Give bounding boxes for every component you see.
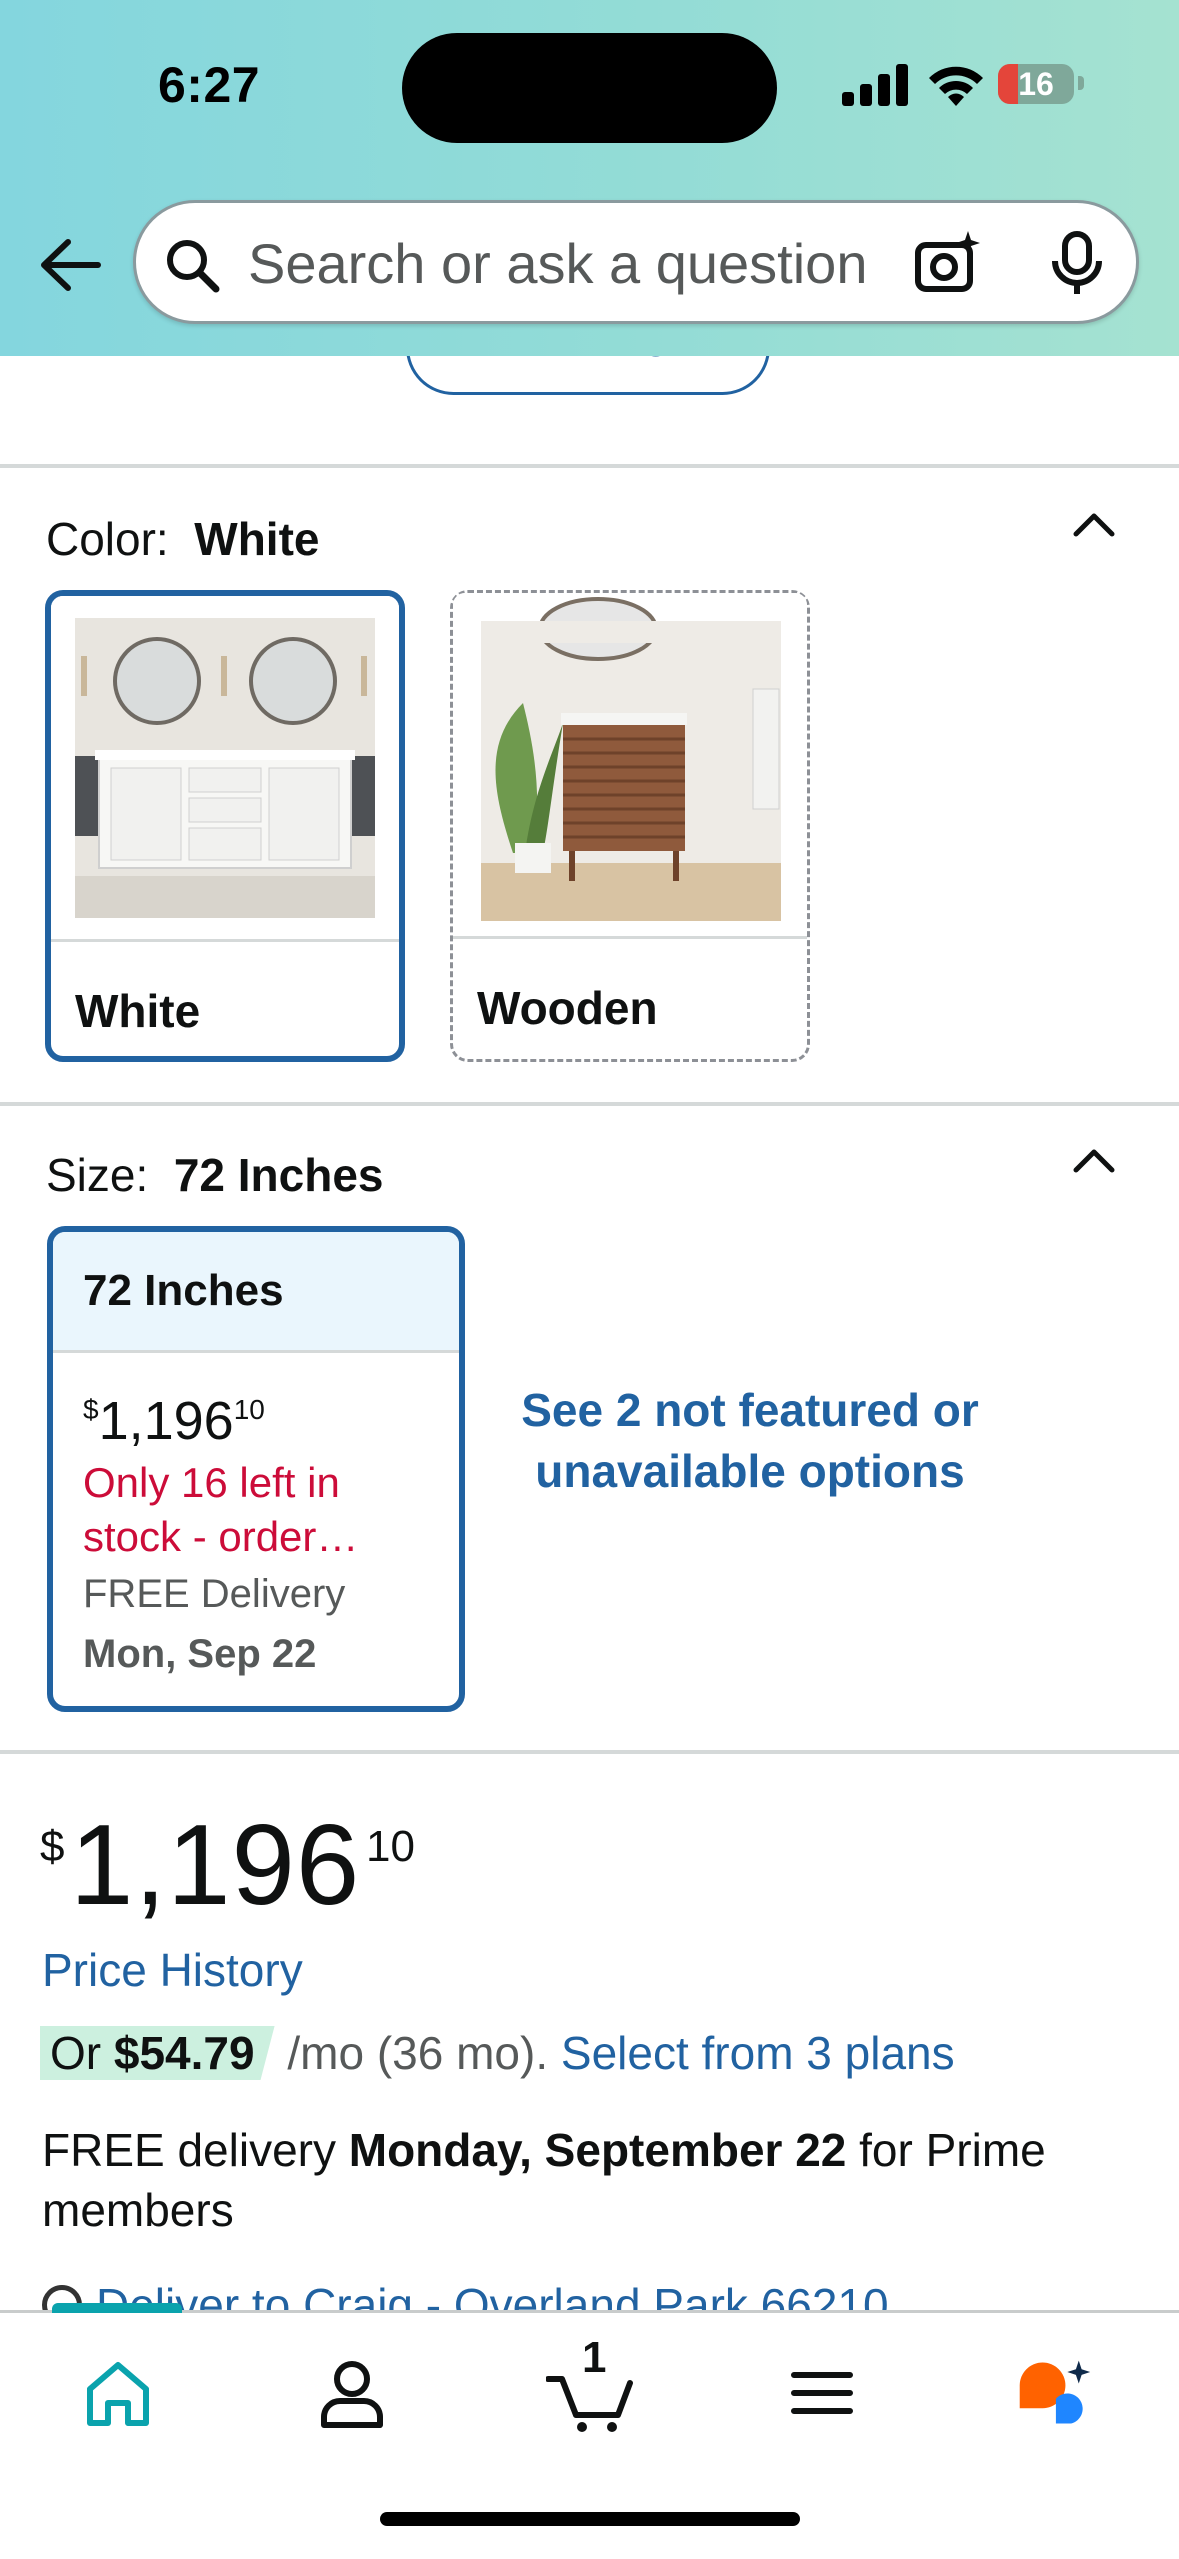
size-option-title: 72 Inches xyxy=(83,1266,284,1315)
delivery-date: Monday, September 22 xyxy=(348,2124,847,2176)
search-input[interactable]: Search or ask a question xyxy=(248,233,958,295)
divider xyxy=(0,1750,1179,1754)
color-option-wooden[interactable]: Wooden xyxy=(450,590,810,1062)
wooden-vanity-image xyxy=(453,593,807,936)
battery-icon: 16 xyxy=(998,64,1074,104)
select-plans-link[interactable]: Select from 3 plans xyxy=(561,2027,955,2079)
cart-count-badge: 1 xyxy=(582,2333,607,2382)
divider xyxy=(0,464,1179,468)
color-label: Color: White xyxy=(46,513,320,565)
size-option-delivery: FREE Delivery xyxy=(83,1572,346,1616)
status-time: 6:27 xyxy=(158,57,261,113)
stock-warning: Only 16 left in stock - order… xyxy=(83,1459,359,1560)
see-more-options-link[interactable]: See 2 not featured or unavailable option… xyxy=(510,1380,990,1502)
white-vanity-image xyxy=(51,596,399,939)
installment-plan-row: Or $54.79 /mo (36 mo). Select from 3 pla… xyxy=(40,2026,955,2080)
color-selected-value: White xyxy=(194,513,320,565)
divider xyxy=(0,1102,1179,1106)
size-label: Size: 72 Inches xyxy=(46,1149,384,1201)
home-indicator xyxy=(380,2512,800,2526)
microphone-icon[interactable] xyxy=(1048,231,1106,297)
size-option-72-inches[interactable]: 72 Inches $1,19610 Only 16 left in stock… xyxy=(47,1226,465,1712)
camera-search-icon[interactable] xyxy=(912,227,984,299)
installment-badge: Or $54.79 xyxy=(40,2026,275,2080)
color-option-white[interactable]: White xyxy=(45,590,405,1062)
collapse-size-chevron-icon[interactable] xyxy=(1070,1144,1118,1174)
search-bar[interactable]: Search or ask a question xyxy=(133,200,1139,324)
top-header: 6:27 16 Search or ask a question xyxy=(0,0,1179,356)
dynamic-island xyxy=(402,33,777,143)
account-icon[interactable] xyxy=(312,2353,392,2433)
color-option-wooden-label: Wooden xyxy=(477,982,658,1034)
back-arrow-icon[interactable] xyxy=(36,232,102,298)
delivery-info: FREE delivery Monday, September 22 for P… xyxy=(42,2124,1046,2236)
home-icon[interactable] xyxy=(78,2353,158,2433)
size-option-delivery-date: Mon, Sep 22 xyxy=(83,1632,317,1676)
color-option-white-label: White xyxy=(75,985,201,1037)
rufus-assistant-icon[interactable] xyxy=(1012,2353,1096,2433)
collapse-color-chevron-icon[interactable] xyxy=(1070,508,1118,538)
menu-icon[interactable] xyxy=(782,2353,862,2433)
size-option-price: $1,19610 xyxy=(83,1391,265,1451)
price-history-link[interactable]: Price History xyxy=(42,1943,303,1997)
size-selected-value: 72 Inches xyxy=(173,1149,384,1201)
battery-level: 16 xyxy=(1018,66,1054,102)
search-icon xyxy=(167,240,220,293)
active-tab-indicator xyxy=(52,2303,182,2313)
cellular-signal-icon xyxy=(842,62,912,106)
wifi-icon xyxy=(929,66,983,106)
